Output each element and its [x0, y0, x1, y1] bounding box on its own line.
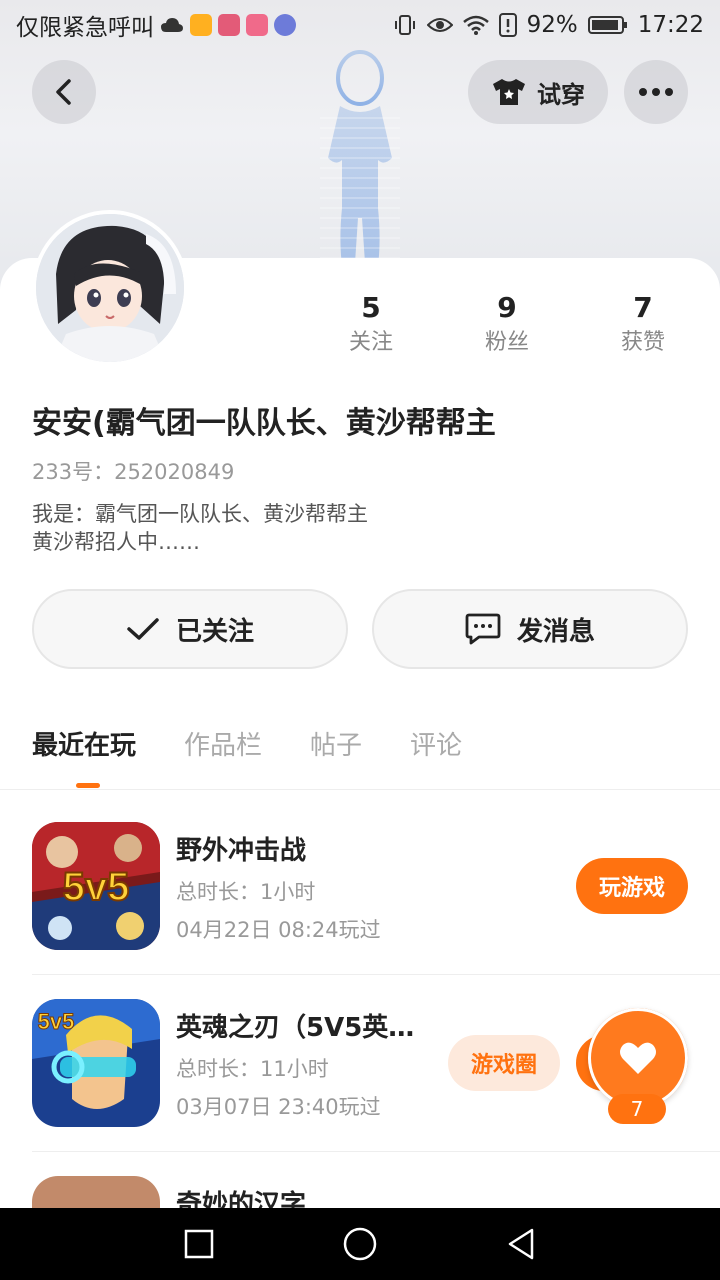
game-title: 英魂之刃（5V5英… [176, 1013, 415, 1043]
stat-followers[interactable]: 9 粉丝 [452, 290, 562, 360]
game-title: 奇妙的汉字 [176, 1190, 307, 1208]
tab-recent-played[interactable]: 最近在玩 [32, 726, 136, 766]
followed-label: 已关注 [175, 616, 254, 647]
chevron-left-icon [56, 79, 71, 105]
home-icon[interactable] [342, 1226, 378, 1262]
stat-label: 粉丝 [484, 330, 529, 355]
game-icon [32, 1176, 160, 1208]
avatar-image [36, 214, 184, 362]
back-button[interactable] [32, 60, 96, 124]
recent-apps-icon[interactable] [183, 1228, 215, 1260]
tab-posts[interactable]: 帖子 [310, 726, 362, 766]
cloud-icon [161, 18, 183, 32]
game-icon: 5v5 [32, 822, 160, 950]
profile-uid: 233号：252020849 [32, 460, 235, 484]
clock-time: 17:22 [637, 12, 704, 38]
like-count-badge: 7 [608, 1094, 666, 1124]
send-message-button[interactable]: 发消息 [372, 589, 688, 669]
app-notification-icon [246, 14, 268, 36]
stat-following[interactable]: 5 关注 [316, 290, 426, 360]
like-fab-button[interactable] [588, 1008, 688, 1108]
stat-value: 5 [361, 291, 381, 324]
tab-comments[interactable]: 评论 [410, 726, 462, 766]
app-notification-icon [190, 14, 212, 36]
checkmark-icon [127, 618, 159, 640]
battery-percent: 92% [526, 12, 578, 38]
try-on-label: 试穿 [537, 80, 585, 109]
game-list-item[interactable]: 奇妙的汉字 [32, 1176, 720, 1208]
bio-line: 黄沙帮招人中…… [32, 530, 200, 554]
sim-alert-icon [498, 13, 517, 37]
row-divider [32, 974, 720, 975]
active-tab-indicator [76, 783, 100, 788]
stat-value: 7 [633, 291, 653, 324]
profile-bio: 我是：霸气团一队队长、黄沙帮帮主 黄沙帮招人中…… [32, 500, 368, 556]
profile-tabs: 最近在玩 作品栏 帖子 评论 [32, 726, 462, 766]
avatar-figure-illustration [320, 50, 400, 278]
stat-value: 9 [497, 291, 517, 324]
play-game-button[interactable]: 玩游戏 [576, 858, 688, 914]
more-dots-icon [639, 88, 673, 96]
game-list-item[interactable]: 5v5 野外冲击战 总时长：1小时 04月22日 08:24玩过 玩游戏 [32, 822, 720, 998]
tshirt-icon [493, 79, 525, 105]
bio-line: 我是：霸气团一队队长、黄沙帮帮主 [32, 502, 368, 526]
back-nav-icon[interactable] [505, 1227, 537, 1261]
game-icon-text: 5v5 [63, 865, 130, 909]
game-circle-button[interactable]: 游戏圈 [448, 1035, 560, 1091]
stat-likes[interactable]: 7 获赞 [588, 290, 698, 360]
game-icon-text: 5v5 [38, 1009, 75, 1034]
profile-name: 安安(霸气团一队队长、黄沙帮帮主 [32, 406, 496, 441]
battery-icon [587, 16, 627, 34]
game-last-played: 03月07日 23:40玩过 [176, 1095, 381, 1119]
tab-works[interactable]: 作品栏 [184, 726, 262, 766]
send-message-label: 发消息 [516, 616, 595, 647]
try-on-button[interactable]: 试穿 [468, 60, 608, 124]
game-title: 野外冲击战 [176, 836, 307, 866]
vibrate-icon [394, 15, 415, 35]
avatar[interactable] [32, 210, 188, 366]
stat-label: 获赞 [620, 330, 665, 355]
heart-icon [620, 1042, 656, 1074]
game-last-played: 04月22日 08:24玩过 [176, 918, 381, 942]
more-button[interactable] [624, 60, 688, 124]
wifi-icon [462, 15, 489, 35]
row-divider [32, 1151, 720, 1152]
tabs-divider [0, 789, 720, 790]
followed-button[interactable]: 已关注 [32, 589, 348, 669]
status-bar: 仅限紧急呼叫 92% 17:22 [0, 0, 720, 50]
chat-bubble-icon [465, 613, 501, 645]
stat-label: 关注 [348, 330, 393, 355]
system-nav-bar [0, 1208, 720, 1280]
carrier-text: 仅限紧急呼叫 [16, 15, 154, 41]
game-duration: 总时长：1小时 [176, 880, 316, 904]
music-icon [274, 14, 296, 36]
app-notification-icon [218, 14, 240, 36]
eye-icon [426, 18, 453, 32]
game-duration: 总时长：11小时 [176, 1057, 329, 1081]
game-icon: 5v5 [32, 999, 160, 1127]
